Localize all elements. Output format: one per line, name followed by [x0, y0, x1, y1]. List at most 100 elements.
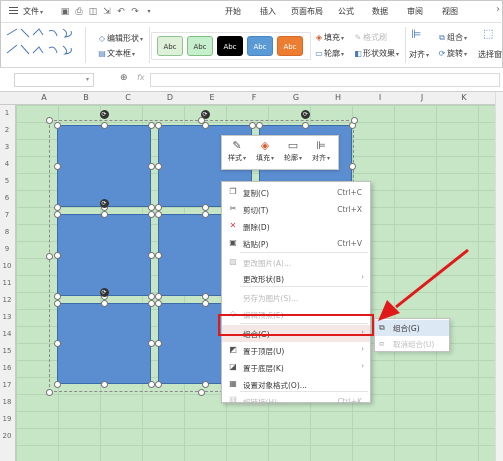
resize-handle[interactable]: [100, 210, 108, 218]
resize-handle[interactable]: [100, 299, 108, 307]
name-box[interactable]: ▾: [14, 73, 94, 87]
print-icon[interactable]: ⎙: [73, 6, 85, 18]
select-pane-button[interactable]: 选择窗: [478, 49, 502, 60]
shape-style-2[interactable]: Abc: [187, 36, 213, 56]
row-header-19[interactable]: 19: [0, 415, 14, 423]
hamburger-icon[interactable]: [9, 7, 18, 16]
resize-handle[interactable]: [147, 121, 155, 129]
shape-style-3[interactable]: Abc: [217, 36, 243, 56]
group-resize-handle[interactable]: [350, 116, 358, 124]
column-header-d[interactable]: D: [160, 93, 180, 102]
column-header-a[interactable]: A: [34, 93, 54, 102]
group-resize-handle[interactable]: [45, 116, 53, 124]
format-brush-button[interactable]: ✎ 格式刷: [353, 32, 387, 43]
row-header-18[interactable]: 18: [0, 398, 14, 406]
undo-icon[interactable]: ↶: [115, 6, 127, 18]
resize-handle[interactable]: [201, 292, 209, 300]
row-header-1[interactable]: 1: [0, 109, 14, 117]
column-header-b[interactable]: B: [76, 93, 96, 102]
resize-handle[interactable]: [348, 162, 356, 170]
row-header-7[interactable]: 7: [0, 211, 14, 219]
tab-insert[interactable]: 插入: [260, 6, 276, 17]
column-header-j[interactable]: J: [412, 93, 432, 102]
zoom-icon[interactable]: ⊕: [120, 73, 128, 83]
group-resize-handle[interactable]: [197, 388, 205, 396]
outline-button[interactable]: ▭ 轮廓▾: [280, 139, 306, 168]
context-menu-item[interactable]: 更改形状(B) ›: [222, 270, 370, 287]
group-resize-handle[interactable]: [197, 116, 205, 124]
context-menu-item[interactable]: ▣ 粘贴(P) Ctrl+V: [222, 235, 370, 252]
align-button[interactable]: ⊫ 对齐▾: [308, 139, 334, 168]
vertical-scrollbar[interactable]: [495, 92, 503, 461]
resize-handle[interactable]: [201, 299, 209, 307]
edit-shape-button[interactable]: ◇ 编辑形状▾: [97, 33, 143, 44]
row-header-2[interactable]: 2: [0, 126, 14, 134]
export-icon[interactable]: ⇲: [101, 6, 113, 18]
resize-handle[interactable]: [53, 299, 61, 307]
row-header-3[interactable]: 3: [0, 143, 14, 151]
rotate-handle-icon[interactable]: ⟳: [301, 110, 310, 119]
resize-handle[interactable]: [147, 210, 155, 218]
rotate-handle-icon[interactable]: ⟳: [99, 288, 109, 297]
shape-style-1[interactable]: Abc: [157, 36, 183, 56]
rectangle-shape[interactable]: [57, 303, 151, 384]
row-header-5[interactable]: 5: [0, 177, 14, 185]
row-header-12[interactable]: 12: [0, 296, 14, 304]
chevron-down-icon[interactable]: ▾: [86, 76, 89, 83]
context-menu-item[interactable]: ▨ 更改图片(A)...: [222, 254, 370, 271]
fill-button[interactable]: ◈ 填充▾: [252, 139, 278, 168]
resize-handle[interactable]: [154, 251, 162, 259]
select-pane-icon[interactable]: ⬚: [483, 27, 493, 40]
resize-handle[interactable]: [255, 121, 263, 129]
row-header-8[interactable]: 8: [0, 228, 14, 236]
shape-style-5[interactable]: Abc: [277, 36, 303, 56]
tab-page-layout[interactable]: 页面布局: [291, 6, 323, 17]
resize-handle[interactable]: [147, 380, 155, 388]
resize-handle[interactable]: [147, 340, 155, 347]
context-menu-item[interactable]: ◪ 置于底层(K) ›: [222, 359, 370, 376]
resize-handle[interactable]: [154, 292, 162, 300]
context-menu-item[interactable]: ❐ 复制(C) Ctrl+C: [222, 184, 370, 201]
column-header-i[interactable]: I: [370, 93, 390, 102]
row-header-6[interactable]: 6: [0, 194, 14, 202]
row-header-10[interactable]: 10: [0, 262, 14, 270]
resize-handle[interactable]: [147, 292, 155, 300]
more-icon[interactable]: ›: [496, 4, 500, 15]
rectangle-shape[interactable]: [57, 214, 151, 296]
context-menu-item[interactable]: 另存为图片(S)...: [222, 289, 370, 306]
resize-handle[interactable]: [147, 299, 155, 307]
resize-handle[interactable]: [154, 121, 162, 129]
resize-handle[interactable]: [53, 251, 61, 259]
tab-home[interactable]: 开始: [225, 6, 241, 17]
context-menu-item[interactable]: ⛓ 超链接(H)... Ctrl+K: [222, 393, 370, 410]
resize-handle[interactable]: [53, 210, 61, 218]
redo-icon[interactable]: ↷: [129, 6, 141, 18]
resize-handle[interactable]: [53, 380, 61, 388]
resize-handle[interactable]: [154, 162, 162, 170]
row-header-16[interactable]: 16: [0, 364, 14, 372]
column-header-f[interactable]: F: [244, 93, 264, 102]
context-menu-item[interactable]: ✂ 剪切(T) Ctrl+X: [222, 201, 370, 218]
rotate-button[interactable]: ⟳ 旋转▾: [437, 48, 467, 59]
resize-handle[interactable]: [53, 162, 61, 170]
resize-handle[interactable]: [100, 380, 108, 388]
shape-style-4[interactable]: Abc: [247, 36, 273, 56]
rotate-handle-icon[interactable]: ⟳: [99, 110, 109, 119]
row-header-11[interactable]: 11: [0, 279, 14, 287]
row-header-4[interactable]: 4: [0, 160, 14, 168]
align-button[interactable]: 对齐▾: [409, 49, 429, 60]
row-header-15[interactable]: 15: [0, 347, 14, 355]
resize-handle[interactable]: [248, 121, 256, 129]
fill-button[interactable]: ◈ 填充▾: [314, 32, 344, 43]
resize-handle[interactable]: [201, 203, 209, 211]
resize-handle[interactable]: [147, 162, 155, 170]
resize-handle[interactable]: [302, 121, 309, 129]
group-button[interactable]: ⧉ 组合▾: [437, 32, 467, 43]
resize-handle[interactable]: [53, 203, 61, 211]
submenu-item[interactable]: ⧉ 组合(G): [375, 320, 449, 336]
chevron-down-icon[interactable]: ▾: [143, 6, 155, 18]
resize-handle[interactable]: [154, 210, 162, 218]
resize-handle[interactable]: [53, 292, 61, 300]
file-menu[interactable]: 文件▾: [23, 6, 43, 17]
tab-formulas[interactable]: 公式: [338, 6, 354, 17]
